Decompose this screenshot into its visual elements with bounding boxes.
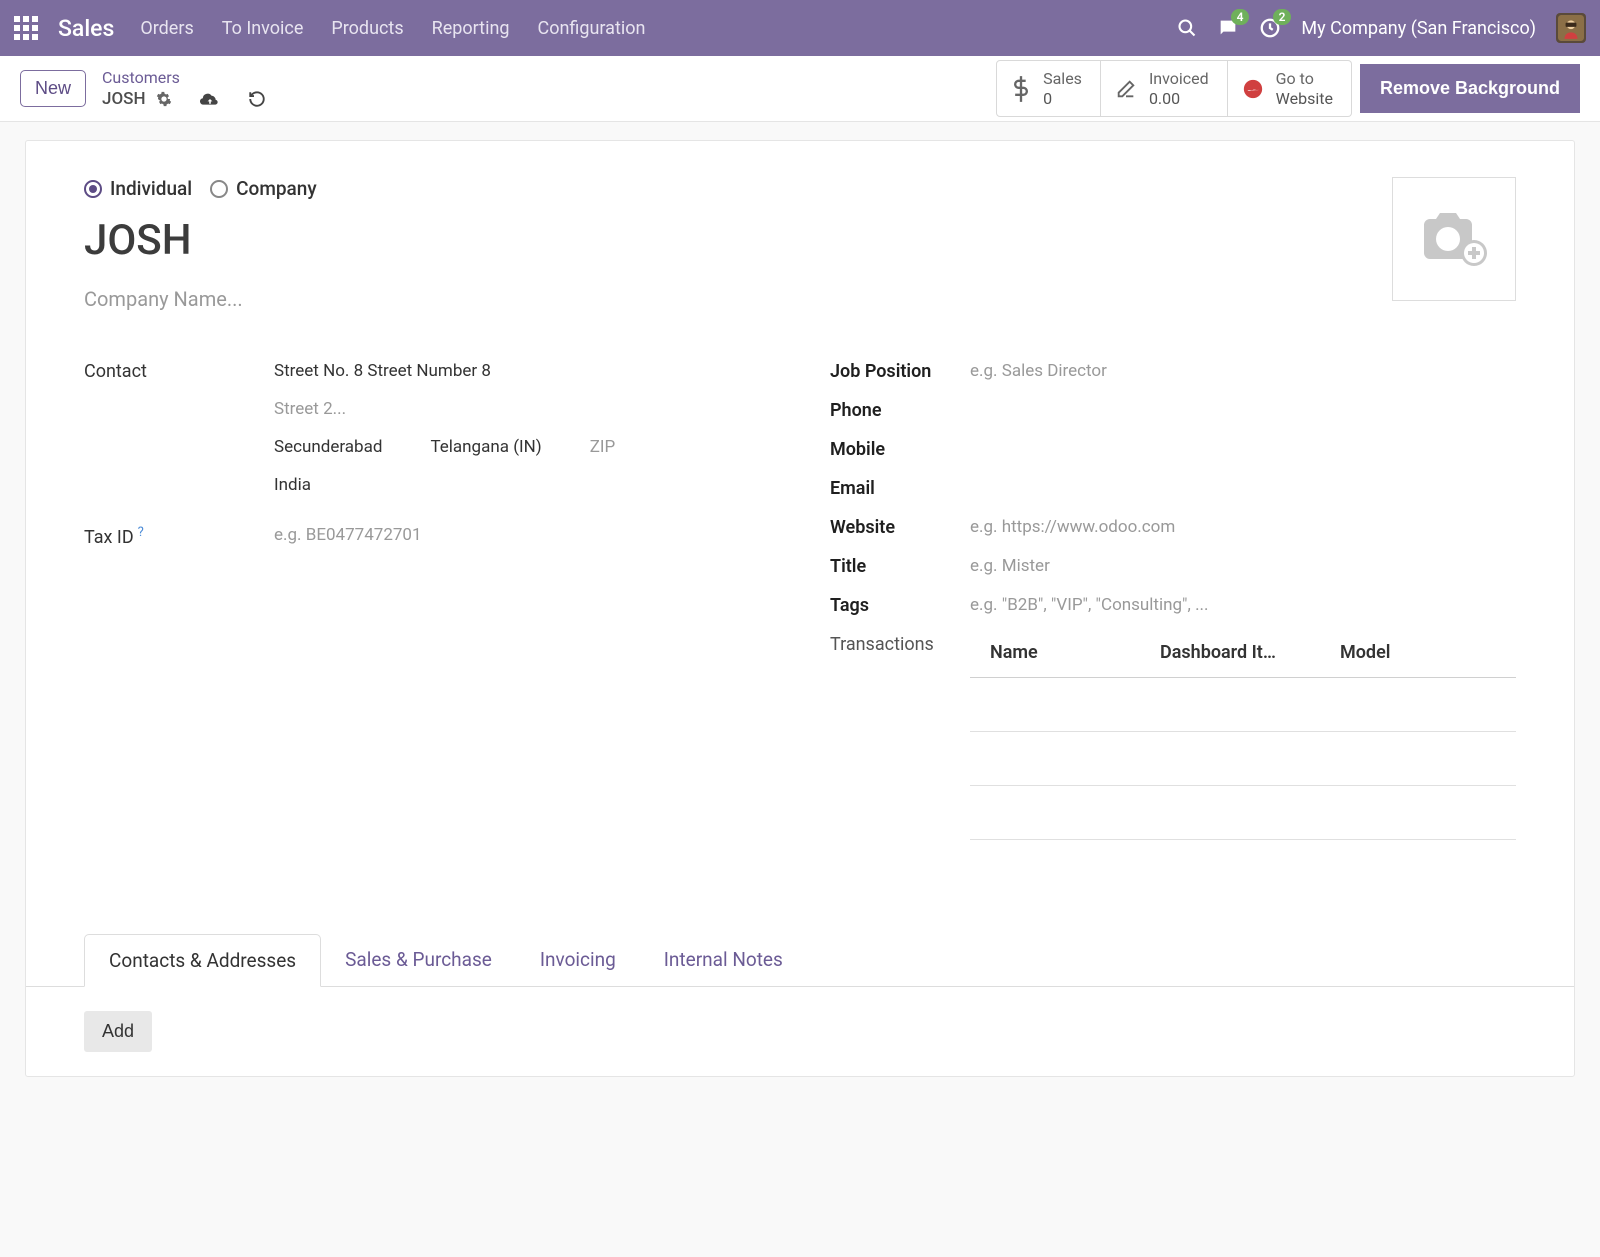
th-name[interactable]: Name [990, 642, 1160, 663]
record-name[interactable]: JOSH [84, 216, 1332, 265]
nav-to-invoice[interactable]: To Invoice [222, 18, 304, 39]
zip-input[interactable]: ZIP [590, 437, 616, 457]
stat-invoiced-value: 0.00 [1149, 89, 1209, 108]
cloud-upload-icon[interactable] [200, 91, 220, 107]
add-button[interactable]: Add [84, 1011, 152, 1052]
company-name-input[interactable]: Company Name... [84, 287, 1332, 311]
label-transactions: Transactions [830, 634, 970, 655]
user-avatar[interactable] [1556, 13, 1586, 43]
nav-orders[interactable]: Orders [140, 18, 193, 39]
transactions-table: Name Dashboard It… Model [970, 634, 1516, 894]
label-job: Job Position [830, 361, 970, 382]
table-row[interactable] [970, 732, 1516, 786]
breadcrumb-parent[interactable]: Customers [102, 68, 266, 87]
help-icon[interactable]: ? [138, 525, 144, 540]
new-button[interactable]: New [20, 70, 86, 107]
th-dashboard[interactable]: Dashboard It… [1160, 642, 1340, 663]
label-title: Title [830, 556, 970, 577]
nav-configuration[interactable]: Configuration [538, 18, 646, 39]
globe-icon [1242, 78, 1264, 100]
label-mobile: Mobile [830, 439, 970, 460]
messages-badge: 4 [1231, 9, 1250, 25]
search-icon[interactable] [1177, 18, 1197, 38]
label-taxid: Tax ID? [84, 525, 274, 548]
job-input[interactable]: e.g. Sales Director [970, 361, 1516, 381]
label-email: Email [830, 478, 970, 499]
gear-icon[interactable] [156, 91, 172, 107]
city-input[interactable]: Secunderabad [274, 437, 382, 457]
stat-website-line1: Go to [1276, 69, 1333, 88]
activity-icon[interactable]: 2 [1259, 17, 1281, 39]
label-tags: Tags [830, 595, 970, 616]
breadcrumb: Customers JOSH [102, 68, 266, 109]
country-input[interactable]: India [274, 475, 770, 495]
street1-input[interactable]: Street No. 8 Street Number 8 [274, 361, 770, 381]
remove-background-button[interactable]: Remove Background [1360, 64, 1580, 113]
tab-notes[interactable]: Internal Notes [640, 934, 807, 986]
nav-reporting[interactable]: Reporting [432, 18, 510, 39]
stat-website[interactable]: Go to Website [1228, 60, 1352, 116]
stat-website-line2: Website [1276, 89, 1333, 108]
tags-input[interactable]: e.g. "B2B", "VIP", "Consulting", ... [970, 595, 1516, 615]
radio-company[interactable]: Company [210, 177, 317, 200]
activity-badge: 2 [1273, 9, 1292, 25]
state-input[interactable]: Telangana (IN) [430, 437, 541, 457]
label-phone: Phone [830, 400, 970, 421]
nav-products[interactable]: Products [331, 18, 403, 39]
stat-invoiced[interactable]: Invoiced 0.00 [1101, 60, 1228, 116]
table-row[interactable] [970, 840, 1516, 894]
company-name[interactable]: My Company (San Francisco) [1301, 18, 1536, 39]
edit-icon [1115, 78, 1137, 100]
stat-sales-value: 0 [1043, 89, 1082, 108]
label-contact: Contact [84, 361, 274, 382]
breadcrumb-current: JOSH [102, 89, 146, 109]
taxid-input[interactable]: e.g. BE0477472701 [274, 525, 770, 545]
stat-sales[interactable]: Sales 0 [996, 60, 1101, 116]
app-brand[interactable]: Sales [58, 15, 114, 42]
nav-menu: Orders To Invoice Products Reporting Con… [140, 18, 645, 39]
radio-individual[interactable]: Individual [84, 177, 192, 200]
image-upload[interactable] [1392, 177, 1516, 301]
stat-invoiced-label: Invoiced [1149, 69, 1209, 88]
website-input[interactable]: e.g. https://www.odoo.com [970, 517, 1516, 537]
messages-icon[interactable]: 4 [1217, 17, 1239, 39]
th-model[interactable]: Model [1340, 642, 1516, 663]
title-input[interactable]: e.g. Mister [970, 556, 1516, 576]
street2-input[interactable]: Street 2... [274, 399, 770, 419]
table-row[interactable] [970, 786, 1516, 840]
label-website: Website [830, 517, 970, 538]
tab-bar: Contacts & Addresses Sales & Purchase In… [26, 934, 1574, 987]
discard-icon[interactable] [248, 90, 266, 108]
apps-icon[interactable] [14, 16, 38, 40]
tab-sales[interactable]: Sales & Purchase [321, 934, 516, 986]
dollar-icon [1011, 75, 1031, 103]
tab-invoicing[interactable]: Invoicing [516, 934, 640, 986]
stat-sales-label: Sales [1043, 69, 1082, 88]
tab-contacts[interactable]: Contacts & Addresses [84, 934, 321, 987]
table-row[interactable] [970, 678, 1516, 732]
